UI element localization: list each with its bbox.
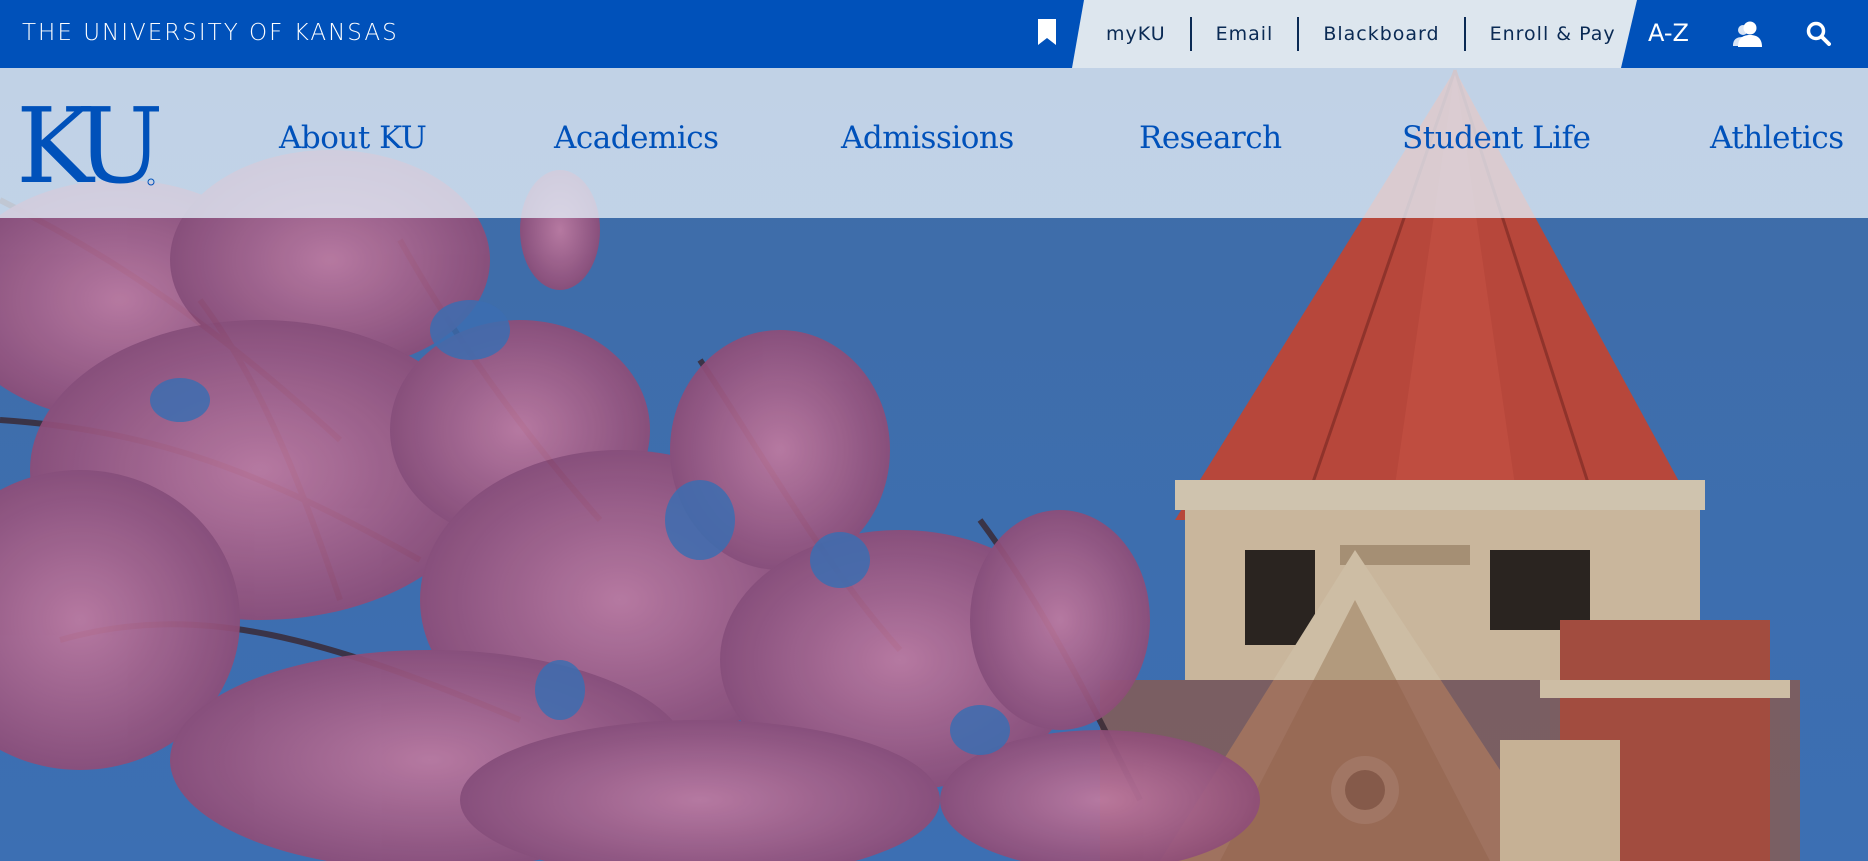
nav-research[interactable]: Research: [1139, 120, 1282, 156]
divider: [1464, 17, 1466, 51]
bookmark-icon[interactable]: [1038, 19, 1056, 45]
university-name[interactable]: THE UNIVERSITY OF KANSAS: [22, 20, 399, 46]
ku-logo[interactable]: KU: [20, 96, 162, 194]
nav-athletics[interactable]: Athletics: [1710, 120, 1844, 156]
nav-about-ku[interactable]: About KU: [279, 120, 427, 156]
quick-links: myKU Email Blackboard Enroll & Pay: [1072, 0, 1637, 68]
search-icon[interactable]: [1806, 21, 1831, 46]
main-navigation: KU About KU Academics Admissions Researc…: [0, 68, 1868, 218]
nav-academics[interactable]: Academics: [554, 120, 719, 156]
quick-link-myku[interactable]: myKU: [1106, 23, 1166, 45]
quick-link-blackboard[interactable]: Blackboard: [1323, 23, 1439, 45]
divider: [1190, 17, 1192, 51]
utility-bar: THE UNIVERSITY OF KANSAS myKU Email Blac…: [0, 0, 1868, 68]
quick-link-email[interactable]: Email: [1216, 23, 1274, 45]
nav-admissions[interactable]: Admissions: [841, 120, 1014, 156]
quick-link-enroll-pay[interactable]: Enroll & Pay: [1490, 23, 1616, 45]
divider: [1297, 17, 1299, 51]
nav-student-life[interactable]: Student Life: [1402, 120, 1591, 156]
ku-logo-text: KU: [20, 96, 159, 194]
a-z-link[interactable]: A-Z: [1648, 19, 1689, 47]
user-icon[interactable]: [1733, 20, 1763, 48]
